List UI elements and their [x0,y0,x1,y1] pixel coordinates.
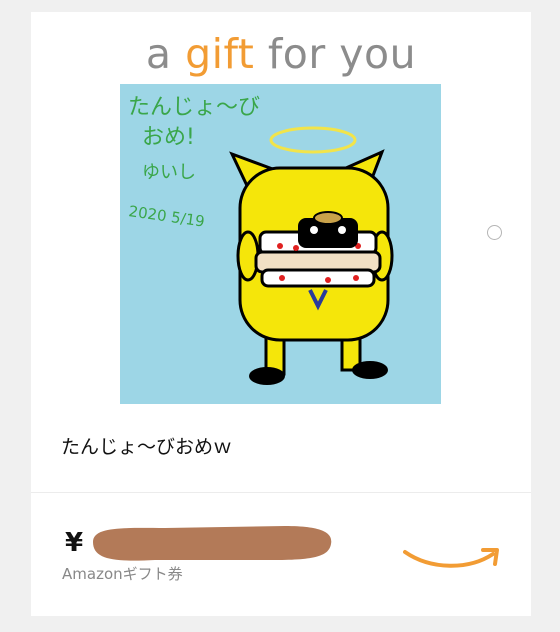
strawberry-shape [293,245,299,251]
gift-card-type-label: Amazonギフト券 [62,565,183,583]
strawberry-shape [353,275,359,281]
select-radio-icon[interactable] [487,225,502,240]
gift-card-panel: a gift for you たんじょ〜び おめ! ゆいし 2020 5/19 [31,12,531,616]
headline-word-a: a [145,30,186,78]
artwork-handwriting-line3: ゆいし [142,162,196,183]
strawberry-shape [325,277,331,283]
strawberry-shape [277,243,283,249]
character-nose-shape [313,211,343,225]
artwork-handwriting-line2: おめ! [142,125,195,150]
amount-redaction-mark [93,526,332,561]
gift-artwork-image: たんじょ〜び おめ! ゆいし 2020 5/19 [120,84,441,404]
amazon-smile-icon [403,548,499,568]
gift-headline: a gift for you [31,30,531,78]
strawberry-shape [279,275,285,281]
gift-message: たんじょ〜びおめｗ [61,436,233,458]
headline-word-for-you: for you [254,30,417,78]
artwork-handwriting-line1: たんじょ〜び [128,95,260,120]
currency-symbol: ¥ [65,528,84,558]
headline-word-gift: gift [185,30,255,78]
right-foot-shape [352,361,388,379]
left-foot-shape [249,367,285,385]
section-divider [31,492,531,493]
right-eye-shape [338,226,346,234]
left-eye-shape [310,226,318,234]
